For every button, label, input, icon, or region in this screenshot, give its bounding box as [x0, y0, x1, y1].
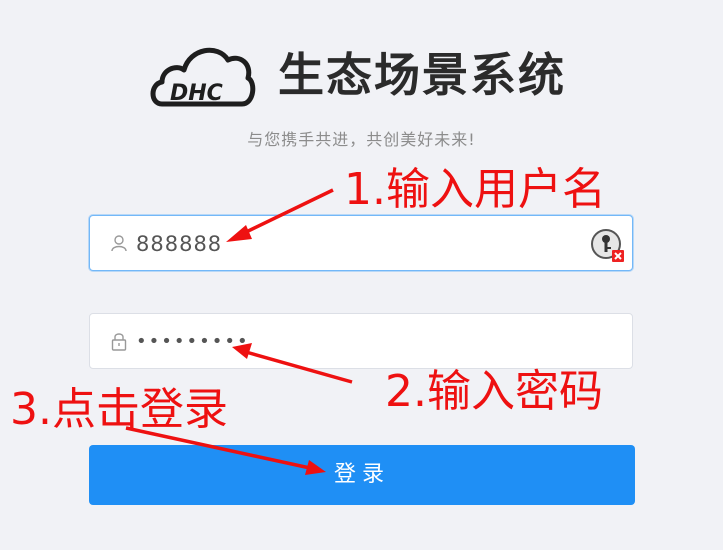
- logo-text: DHC: [170, 81, 223, 106]
- username-input-value[interactable]: 888888: [136, 216, 222, 272]
- annotation-step2: 2.输入密码: [385, 366, 603, 417]
- username-field[interactable]: 888888: [89, 215, 633, 271]
- password-field[interactable]: •••••••••: [89, 313, 633, 369]
- lock-icon: [111, 333, 127, 351]
- annotation-step1: 1.输入用户名: [344, 164, 606, 215]
- app-title: 生态场景系统: [278, 48, 566, 102]
- user-icon: [111, 235, 127, 252]
- annotation-step3: 3.点击登录: [10, 384, 228, 435]
- key-icon[interactable]: [590, 226, 626, 262]
- app-slogan: 与您携手共进，共创美好未来!: [247, 130, 476, 149]
- password-input-value[interactable]: •••••••••: [136, 314, 250, 370]
- dhc-cloud-logo: DHC: [150, 47, 256, 107]
- login-button[interactable]: 登录: [89, 445, 635, 505]
